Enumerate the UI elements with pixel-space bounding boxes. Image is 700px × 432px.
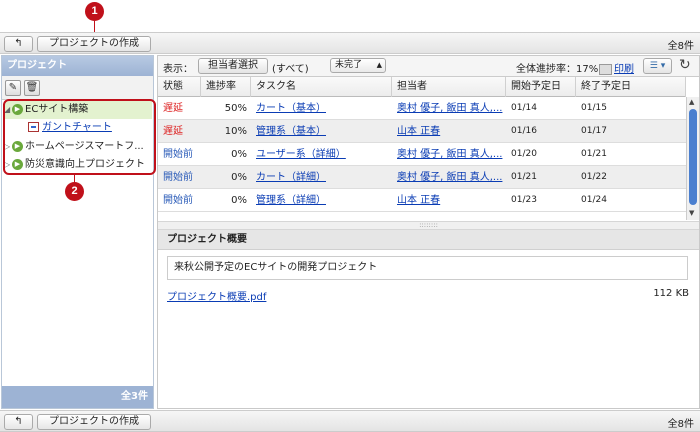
table-row[interactable]: 遅延 10% 管理系（基本） 山本 正春 01/16 01/17 — [158, 120, 686, 143]
callout-2-frame — [3, 99, 156, 175]
status-cell: 遅延 — [163, 126, 183, 137]
task-link[interactable]: 管理系（基本） — [251, 120, 392, 143]
panel-splitter[interactable]: :::::::: — [158, 221, 699, 230]
assignee-link[interactable]: 奥村 優子, 飯田 真人,... — [392, 143, 506, 166]
progress-cell: 50% — [224, 103, 247, 114]
task-panel: 表示： 担当者選択 (すべて) 未完了 ▲ 全体進捗率：17% 印刷 ☰ ▾ ↻ … — [157, 55, 700, 409]
back-arrow-icon: ↰ — [14, 38, 23, 49]
attachment-size: 112 KB — [653, 288, 689, 299]
print-label[interactable]: 印刷 — [614, 64, 634, 75]
assignee-select-button[interactable]: 担当者選択 — [198, 58, 268, 74]
bottom-toolbar: ↰ プロジェクトの作成 全8件 — [0, 410, 700, 432]
pencil-icon[interactable]: ✎ — [5, 80, 21, 96]
column-assignee[interactable]: 担当者 — [392, 77, 506, 97]
attachment-link[interactable]: プロジェクト概要.pdf — [167, 288, 266, 303]
scrollbar-thumb[interactable] — [689, 109, 697, 205]
task-link[interactable]: ユーザー系（詳細） — [251, 143, 392, 166]
table-row[interactable]: 遅延 50% カート（基本） 奥村 優子, 飯田 真人,... 01/14 01… — [158, 97, 686, 120]
status-cell: 開始前 — [163, 172, 193, 183]
task-table-header: 状態 進捗率 タスク名 担当者 開始予定日 終了予定日 — [158, 77, 686, 97]
status-select-value: 未完了 — [335, 60, 363, 70]
end-date-cell: 01/24 — [581, 195, 607, 205]
project-count: 全3件 — [2, 386, 153, 408]
total-count: 全8件 — [667, 41, 694, 52]
column-progress[interactable]: 進捗率 — [201, 77, 251, 97]
create-project-button[interactable]: プロジェクトの作成 — [37, 36, 151, 52]
table-row[interactable]: 開始前 0% カート（詳細） 奥村 優子, 飯田 真人,... 01/21 01… — [158, 166, 686, 189]
column-start-date[interactable]: 開始予定日 — [506, 77, 576, 97]
end-date-cell: 01/17 — [581, 126, 607, 136]
start-date-cell: 01/14 — [511, 103, 537, 113]
top-toolbar: ↰ プロジェクトの作成 全8件 — [0, 32, 700, 54]
assignee-link[interactable]: 奥村 優子, 飯田 真人,... — [392, 97, 506, 120]
progress-cell: 0% — [231, 195, 247, 206]
back-button[interactable]: ↰ — [4, 36, 33, 52]
progress-cell: 0% — [231, 149, 247, 160]
table-row[interactable]: 開始前 0% ユーザー系（詳細） 奥村 優子, 飯田 真人,... 01/20 … — [158, 143, 686, 166]
start-date-cell: 01/23 — [511, 195, 537, 205]
end-date-cell: 01/21 — [581, 149, 607, 159]
column-status[interactable]: 状態 — [158, 77, 201, 97]
scroll-down-icon[interactable]: ▼ — [689, 209, 694, 217]
status-cell: 開始前 — [163, 149, 193, 160]
summary-title: プロジェクト概要 — [158, 230, 699, 250]
back-arrow-icon: ↰ — [14, 416, 23, 427]
display-label: 表示： — [163, 64, 193, 75]
print-button[interactable]: 印刷 — [599, 60, 634, 75]
total-count: 全8件 — [667, 419, 694, 430]
select-arrows-icon: ▲ — [376, 61, 382, 69]
start-date-cell: 01/20 — [511, 149, 537, 159]
status-select[interactable]: 未完了 ▲ — [330, 58, 386, 73]
create-project-button[interactable]: プロジェクトの作成 — [37, 414, 151, 430]
status-cell: 遅延 — [163, 103, 183, 114]
back-button[interactable]: ↰ — [4, 414, 33, 430]
assignee-all-label: (すべて) — [272, 64, 309, 75]
list-menu-icon[interactable]: ☰ ▾ — [643, 58, 672, 74]
progress-cell: 10% — [224, 126, 247, 137]
printer-icon — [599, 63, 612, 75]
table-row[interactable]: 開始前 0% 管理系（詳細） 山本 正春 01/23 01/24 — [158, 189, 686, 212]
callout-1: 1 — [85, 2, 104, 21]
scroll-up-icon[interactable]: ▲ — [689, 98, 694, 106]
status-cell: 開始前 — [163, 195, 193, 206]
filter-bar: 表示： 担当者選択 (すべて) 未完了 ▲ 全体進捗率：17% 印刷 ☰ ▾ ↻ — [158, 56, 699, 77]
assignee-link[interactable]: 山本 正春 — [392, 120, 506, 143]
progress-cell: 0% — [231, 172, 247, 183]
project-tools: ✎ 🗑 — [2, 76, 153, 100]
table-scrollbar[interactable]: ▲ ▼ — [686, 97, 699, 220]
summary-description: 来秋公開予定のECサイトの開発プロジェクト — [167, 256, 688, 280]
task-link[interactable]: カート（詳細） — [251, 166, 392, 189]
trash-icon[interactable]: 🗑 — [24, 80, 40, 96]
assignee-link[interactable]: 山本 正春 — [392, 189, 506, 212]
project-panel-title: プロジェクト — [2, 56, 153, 76]
column-task-name[interactable]: タスク名 — [251, 77, 392, 97]
task-link[interactable]: 管理系（詳細） — [251, 189, 392, 212]
assignee-link[interactable]: 奥村 優子, 飯田 真人,... — [392, 166, 506, 189]
end-date-cell: 01/22 — [581, 172, 607, 182]
start-date-cell: 01/16 — [511, 126, 537, 136]
column-end-date[interactable]: 終了予定日 — [576, 77, 686, 97]
reload-icon[interactable]: ↻ — [679, 57, 691, 73]
task-link[interactable]: カート（基本） — [251, 97, 392, 120]
end-date-cell: 01/15 — [581, 103, 607, 113]
overall-progress: 全体進捗率：17% — [516, 64, 599, 75]
callout-2: 2 — [65, 182, 84, 201]
start-date-cell: 01/21 — [511, 172, 537, 182]
